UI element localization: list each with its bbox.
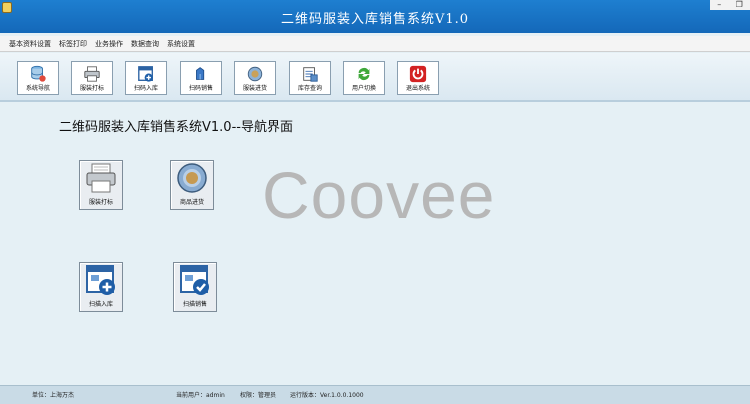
status-version: 运行版本：Ver.1.0.0.1000	[290, 392, 364, 399]
toolbar: 系统导航 服装打标 扫码入库 扫码销售 服装进货 库存查询 用户切换 退出系统	[0, 53, 750, 102]
menu-bar: 基本资料设置 标签打印 业务操作 数据查询 系统设置	[0, 36, 750, 52]
menu-basic-settings[interactable]: 基本资料设置	[9, 39, 51, 49]
nav-label-print-label: 服装打标	[88, 199, 113, 206]
scan-sale-icon	[196, 67, 205, 80]
purchase-icon	[177, 163, 207, 193]
database-icon	[31, 65, 46, 82]
nav-scan-sale-button[interactable]: 扫描销售	[173, 262, 217, 312]
printer-icon	[86, 163, 116, 193]
status-unit: 单位：上海万杰	[32, 392, 75, 399]
toolbar-purchase-button[interactable]: 服装进货	[234, 61, 276, 95]
page-title: 二维码服装入库销售系统V1.0--导航界面	[59, 120, 293, 135]
toolbar-scan-in-label: 扫码入库	[133, 85, 158, 92]
status-user: 当前用户：admin	[176, 392, 225, 399]
scan-in-icon	[138, 66, 153, 82]
toolbar-scan-sale-button[interactable]: 扫码销售	[180, 61, 222, 95]
scan-in-icon	[86, 265, 115, 295]
menu-business[interactable]: 业务操作	[95, 39, 123, 49]
toolbar-scan-sale-label: 扫码销售	[188, 85, 213, 92]
nav-label-print-button[interactable]: 服装打标	[79, 160, 123, 210]
menu-data-query[interactable]: 数据查询	[131, 39, 159, 49]
inventory-icon	[303, 67, 318, 82]
toolbar-nav-label: 系统导航	[25, 85, 50, 92]
watermark-logo: Coovee	[262, 158, 496, 232]
window-title: 二维码服装入库销售系统V1.0	[280, 12, 470, 27]
nav-scan-in-button[interactable]: 扫描入库	[79, 262, 123, 312]
menu-system-settings[interactable]: 系统设置	[167, 39, 195, 49]
power-icon	[409, 65, 427, 83]
minimize-button[interactable]: –	[717, 0, 721, 10]
menu-label-print[interactable]: 标签打印	[59, 39, 87, 49]
toolbar-label-print-label: 服装打标	[79, 85, 104, 92]
nav-scan-sale-label: 扫描销售	[182, 301, 207, 308]
toolbar-scan-in-button[interactable]: 扫码入库	[125, 61, 167, 95]
purchase-icon	[247, 66, 263, 82]
toolbar-label-print-button[interactable]: 服装打标	[71, 61, 113, 95]
title-bar: 二维码服装入库销售系统V1.0 – ❐	[0, 0, 750, 33]
toolbar-exit-label: 退出系统	[405, 85, 430, 92]
toolbar-exit-button[interactable]: 退出系统	[397, 61, 439, 95]
window-controls: – ❐	[710, 0, 750, 10]
nav-purchase-label: 商品进货	[179, 199, 204, 206]
nav-purchase-button[interactable]: 商品进货	[170, 160, 214, 210]
toolbar-switch-user-label: 用户切换	[351, 85, 376, 92]
toolbar-inventory-label: 库存查询	[297, 85, 322, 92]
toolbar-purchase-label: 服装进货	[242, 85, 267, 92]
printer-icon	[84, 66, 100, 82]
nav-scan-in-label: 扫描入库	[88, 301, 113, 308]
refresh-icon	[358, 67, 370, 81]
restore-button[interactable]: ❐	[736, 0, 743, 10]
status-role: 权限：管理员	[240, 392, 277, 399]
toolbar-switch-user-button[interactable]: 用户切换	[343, 61, 385, 95]
status-bar: 单位：上海万杰 当前用户：admin 权限：管理员 运行版本：Ver.1.0.0…	[0, 385, 750, 404]
scan-sale-icon	[180, 265, 209, 295]
toolbar-nav-button[interactable]: 系统导航	[17, 61, 59, 95]
toolbar-inventory-button[interactable]: 库存查询	[289, 61, 331, 95]
